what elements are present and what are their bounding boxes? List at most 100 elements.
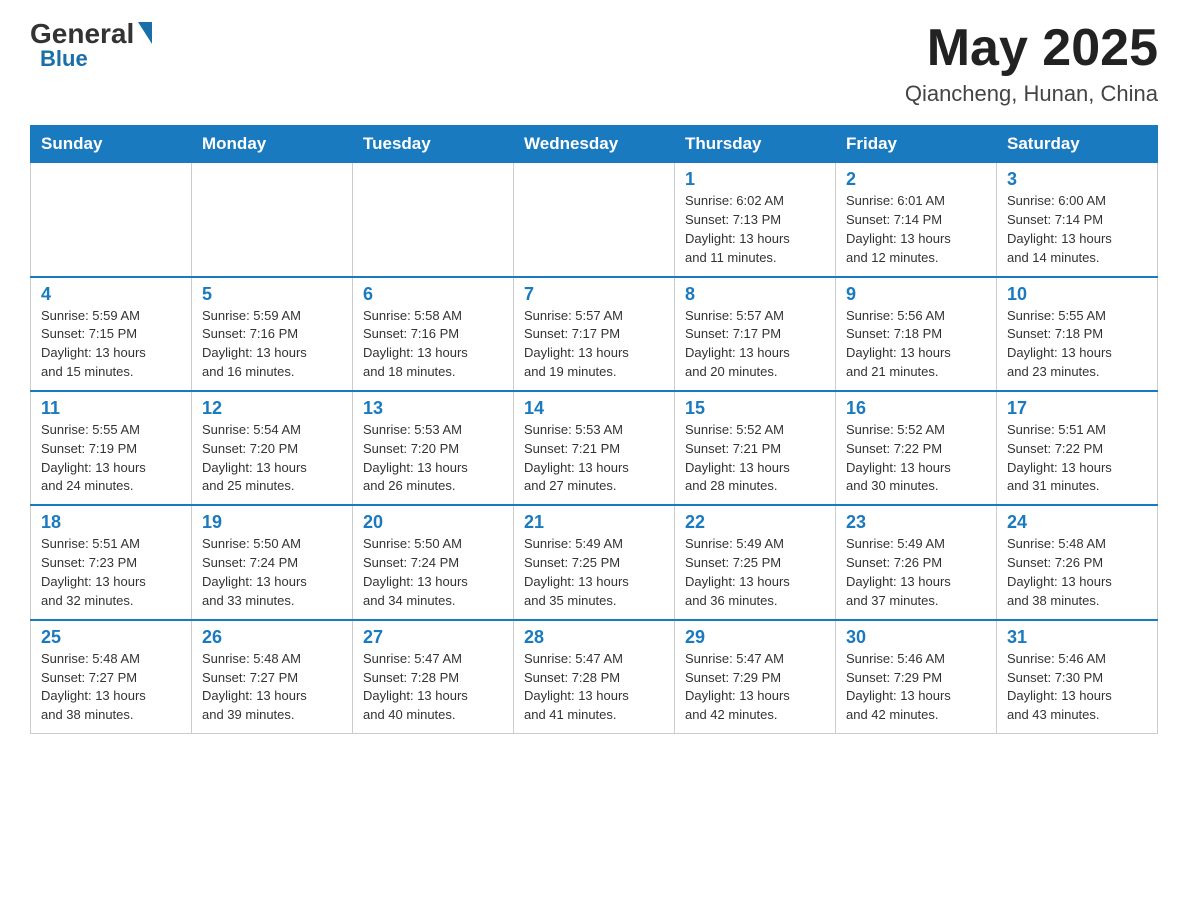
calendar-table: SundayMondayTuesdayWednesdayThursdayFrid… (30, 125, 1158, 734)
day-info: Sunrise: 5:53 AMSunset: 7:21 PMDaylight:… (524, 421, 664, 496)
day-info: Sunrise: 6:00 AMSunset: 7:14 PMDaylight:… (1007, 192, 1147, 267)
day-number: 8 (685, 284, 825, 305)
day-number: 9 (846, 284, 986, 305)
day-cell: 7Sunrise: 5:57 AMSunset: 7:17 PMDaylight… (514, 277, 675, 391)
day-info: Sunrise: 5:47 AMSunset: 7:28 PMDaylight:… (524, 650, 664, 725)
day-cell: 20Sunrise: 5:50 AMSunset: 7:24 PMDayligh… (353, 505, 514, 619)
weekday-header-monday: Monday (192, 126, 353, 163)
day-cell: 6Sunrise: 5:58 AMSunset: 7:16 PMDaylight… (353, 277, 514, 391)
day-number: 22 (685, 512, 825, 533)
day-number: 11 (41, 398, 181, 419)
day-number: 24 (1007, 512, 1147, 533)
day-info: Sunrise: 6:01 AMSunset: 7:14 PMDaylight:… (846, 192, 986, 267)
day-info: Sunrise: 5:47 AMSunset: 7:29 PMDaylight:… (685, 650, 825, 725)
day-info: Sunrise: 5:50 AMSunset: 7:24 PMDaylight:… (202, 535, 342, 610)
day-cell: 5Sunrise: 5:59 AMSunset: 7:16 PMDaylight… (192, 277, 353, 391)
week-row-4: 18Sunrise: 5:51 AMSunset: 7:23 PMDayligh… (31, 505, 1158, 619)
day-cell: 25Sunrise: 5:48 AMSunset: 7:27 PMDayligh… (31, 620, 192, 734)
day-number: 17 (1007, 398, 1147, 419)
week-row-5: 25Sunrise: 5:48 AMSunset: 7:27 PMDayligh… (31, 620, 1158, 734)
day-cell (514, 163, 675, 277)
day-cell: 10Sunrise: 5:55 AMSunset: 7:18 PMDayligh… (997, 277, 1158, 391)
week-row-3: 11Sunrise: 5:55 AMSunset: 7:19 PMDayligh… (31, 391, 1158, 505)
logo-blue-text: Blue (40, 48, 88, 70)
day-number: 12 (202, 398, 342, 419)
day-info: Sunrise: 5:48 AMSunset: 7:27 PMDaylight:… (202, 650, 342, 725)
day-cell: 8Sunrise: 5:57 AMSunset: 7:17 PMDaylight… (675, 277, 836, 391)
day-cell: 1Sunrise: 6:02 AMSunset: 7:13 PMDaylight… (675, 163, 836, 277)
day-cell: 23Sunrise: 5:49 AMSunset: 7:26 PMDayligh… (836, 505, 997, 619)
day-number: 28 (524, 627, 664, 648)
day-number: 4 (41, 284, 181, 305)
day-cell: 18Sunrise: 5:51 AMSunset: 7:23 PMDayligh… (31, 505, 192, 619)
logo-triangle-icon (138, 22, 152, 44)
day-cell: 31Sunrise: 5:46 AMSunset: 7:30 PMDayligh… (997, 620, 1158, 734)
day-info: Sunrise: 5:48 AMSunset: 7:26 PMDaylight:… (1007, 535, 1147, 610)
day-cell: 9Sunrise: 5:56 AMSunset: 7:18 PMDaylight… (836, 277, 997, 391)
day-info: Sunrise: 5:55 AMSunset: 7:19 PMDaylight:… (41, 421, 181, 496)
day-info: Sunrise: 5:56 AMSunset: 7:18 PMDaylight:… (846, 307, 986, 382)
day-cell (192, 163, 353, 277)
day-cell (353, 163, 514, 277)
title-area: May 2025 Qiancheng, Hunan, China (905, 20, 1158, 107)
day-number: 21 (524, 512, 664, 533)
header: General Blue May 2025 Qiancheng, Hunan, … (30, 20, 1158, 107)
day-number: 10 (1007, 284, 1147, 305)
day-info: Sunrise: 5:47 AMSunset: 7:28 PMDaylight:… (363, 650, 503, 725)
weekday-header-wednesday: Wednesday (514, 126, 675, 163)
day-cell: 26Sunrise: 5:48 AMSunset: 7:27 PMDayligh… (192, 620, 353, 734)
day-cell: 14Sunrise: 5:53 AMSunset: 7:21 PMDayligh… (514, 391, 675, 505)
weekday-header-sunday: Sunday (31, 126, 192, 163)
weekday-header-friday: Friday (836, 126, 997, 163)
day-info: Sunrise: 5:59 AMSunset: 7:15 PMDaylight:… (41, 307, 181, 382)
day-cell: 17Sunrise: 5:51 AMSunset: 7:22 PMDayligh… (997, 391, 1158, 505)
day-cell: 12Sunrise: 5:54 AMSunset: 7:20 PMDayligh… (192, 391, 353, 505)
day-info: Sunrise: 5:48 AMSunset: 7:27 PMDaylight:… (41, 650, 181, 725)
day-info: Sunrise: 5:52 AMSunset: 7:21 PMDaylight:… (685, 421, 825, 496)
day-number: 19 (202, 512, 342, 533)
day-info: Sunrise: 5:49 AMSunset: 7:25 PMDaylight:… (524, 535, 664, 610)
day-cell: 15Sunrise: 5:52 AMSunset: 7:21 PMDayligh… (675, 391, 836, 505)
week-row-1: 1Sunrise: 6:02 AMSunset: 7:13 PMDaylight… (31, 163, 1158, 277)
month-title: May 2025 (905, 20, 1158, 77)
day-info: Sunrise: 5:57 AMSunset: 7:17 PMDaylight:… (685, 307, 825, 382)
day-info: Sunrise: 5:46 AMSunset: 7:29 PMDaylight:… (846, 650, 986, 725)
day-cell: 30Sunrise: 5:46 AMSunset: 7:29 PMDayligh… (836, 620, 997, 734)
day-cell: 11Sunrise: 5:55 AMSunset: 7:19 PMDayligh… (31, 391, 192, 505)
day-info: Sunrise: 5:59 AMSunset: 7:16 PMDaylight:… (202, 307, 342, 382)
weekday-header-row: SundayMondayTuesdayWednesdayThursdayFrid… (31, 126, 1158, 163)
day-number: 30 (846, 627, 986, 648)
day-info: Sunrise: 5:51 AMSunset: 7:22 PMDaylight:… (1007, 421, 1147, 496)
day-cell: 4Sunrise: 5:59 AMSunset: 7:15 PMDaylight… (31, 277, 192, 391)
weekday-header-saturday: Saturday (997, 126, 1158, 163)
day-cell: 2Sunrise: 6:01 AMSunset: 7:14 PMDaylight… (836, 163, 997, 277)
day-number: 1 (685, 169, 825, 190)
week-row-2: 4Sunrise: 5:59 AMSunset: 7:15 PMDaylight… (31, 277, 1158, 391)
day-cell: 27Sunrise: 5:47 AMSunset: 7:28 PMDayligh… (353, 620, 514, 734)
day-info: Sunrise: 5:57 AMSunset: 7:17 PMDaylight:… (524, 307, 664, 382)
day-cell: 28Sunrise: 5:47 AMSunset: 7:28 PMDayligh… (514, 620, 675, 734)
day-cell (31, 163, 192, 277)
day-number: 29 (685, 627, 825, 648)
day-number: 6 (363, 284, 503, 305)
day-number: 14 (524, 398, 664, 419)
day-cell: 13Sunrise: 5:53 AMSunset: 7:20 PMDayligh… (353, 391, 514, 505)
day-info: Sunrise: 5:50 AMSunset: 7:24 PMDaylight:… (363, 535, 503, 610)
weekday-header-tuesday: Tuesday (353, 126, 514, 163)
weekday-header-thursday: Thursday (675, 126, 836, 163)
logo: General Blue (30, 20, 152, 70)
day-info: Sunrise: 6:02 AMSunset: 7:13 PMDaylight:… (685, 192, 825, 267)
day-number: 3 (1007, 169, 1147, 190)
day-cell: 22Sunrise: 5:49 AMSunset: 7:25 PMDayligh… (675, 505, 836, 619)
day-info: Sunrise: 5:51 AMSunset: 7:23 PMDaylight:… (41, 535, 181, 610)
day-cell: 21Sunrise: 5:49 AMSunset: 7:25 PMDayligh… (514, 505, 675, 619)
day-info: Sunrise: 5:49 AMSunset: 7:26 PMDaylight:… (846, 535, 986, 610)
day-number: 15 (685, 398, 825, 419)
day-info: Sunrise: 5:53 AMSunset: 7:20 PMDaylight:… (363, 421, 503, 496)
day-cell: 24Sunrise: 5:48 AMSunset: 7:26 PMDayligh… (997, 505, 1158, 619)
day-info: Sunrise: 5:49 AMSunset: 7:25 PMDaylight:… (685, 535, 825, 610)
day-number: 2 (846, 169, 986, 190)
day-cell: 29Sunrise: 5:47 AMSunset: 7:29 PMDayligh… (675, 620, 836, 734)
day-number: 25 (41, 627, 181, 648)
day-number: 13 (363, 398, 503, 419)
